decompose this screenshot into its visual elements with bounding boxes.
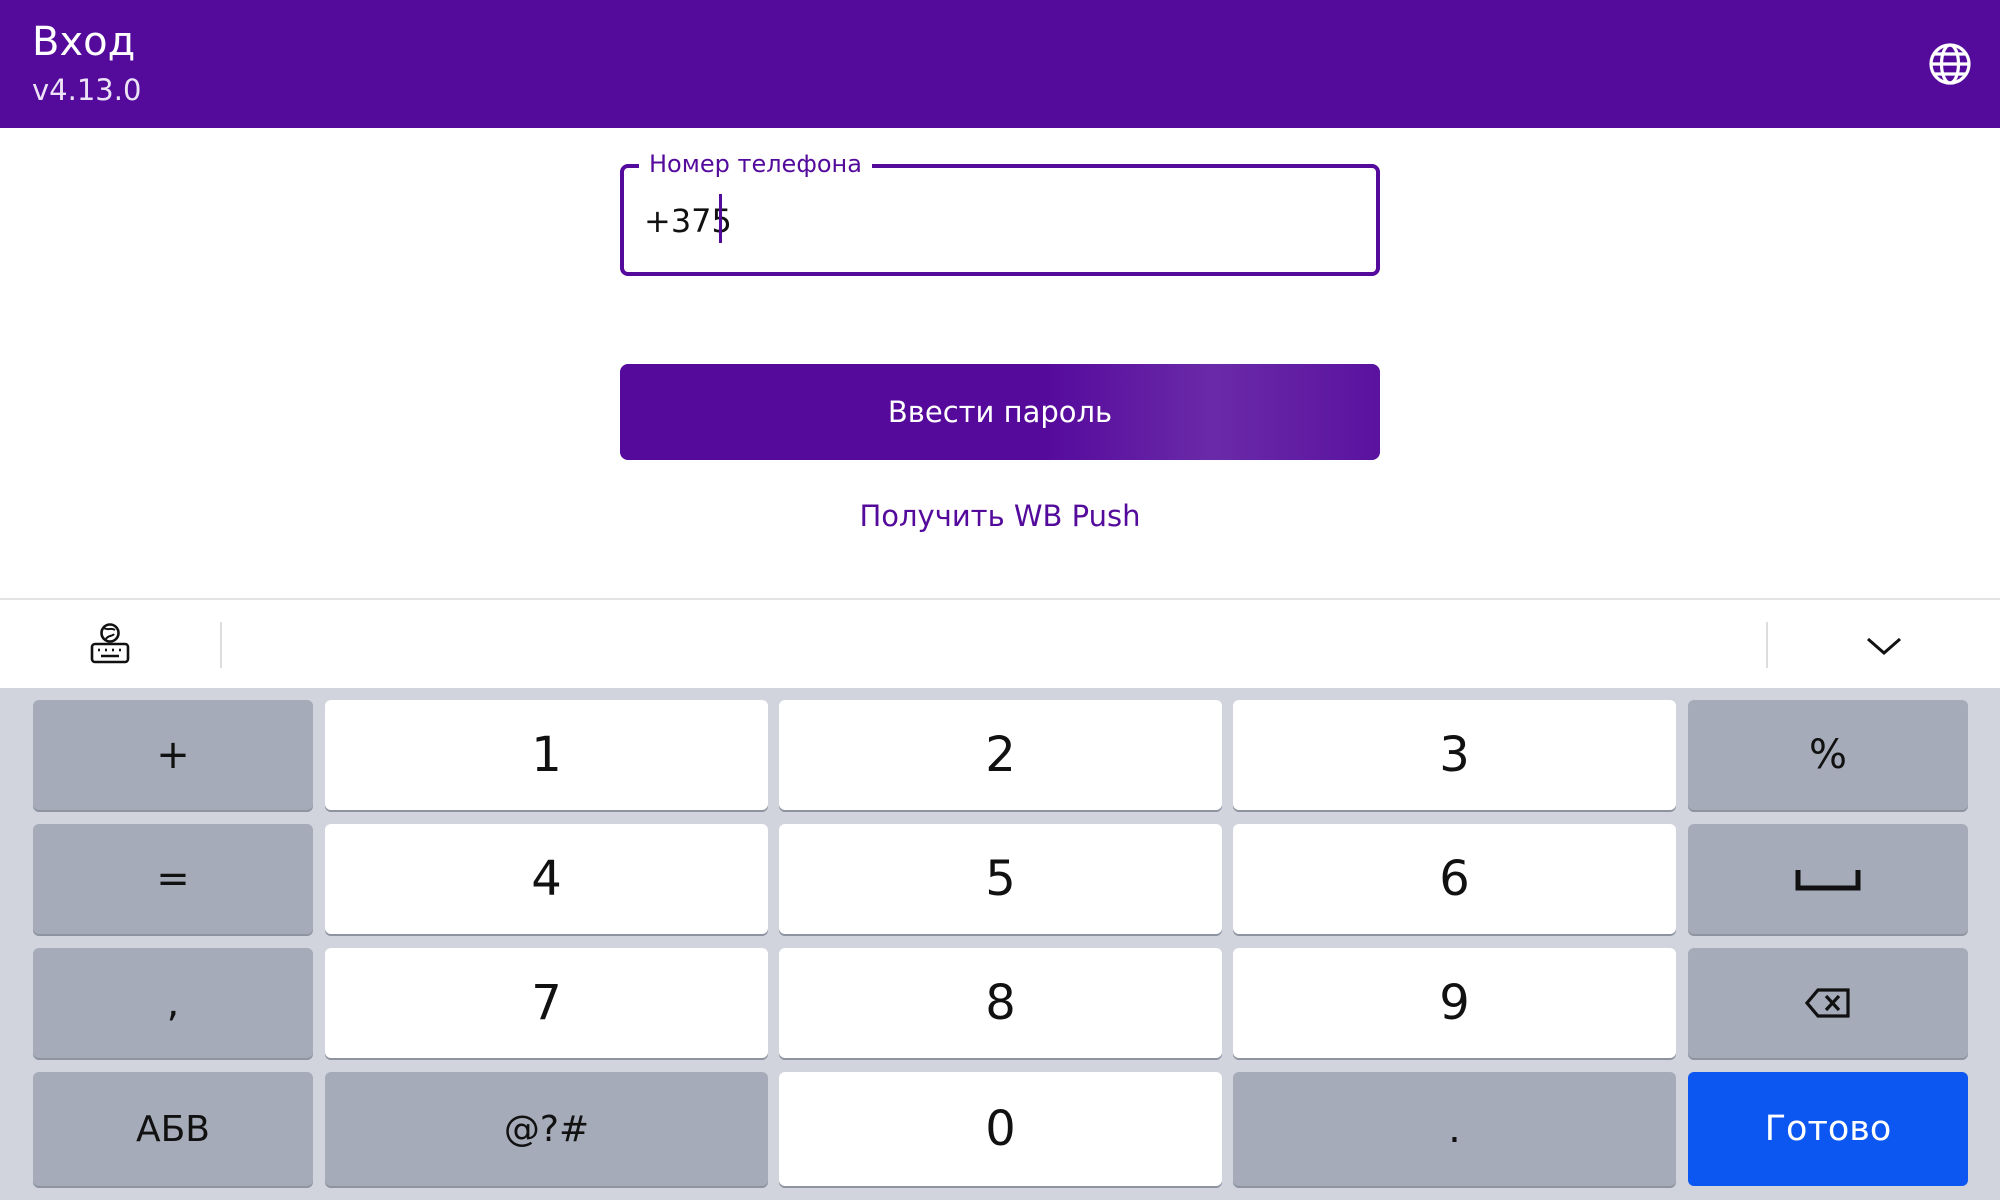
key-plus[interactable]: + <box>33 700 313 810</box>
keyboard-globe-icon <box>90 623 130 664</box>
numeric-keyboard: + 1 2 3 % = 4 5 6 , 7 8 9 АБВ @?# 0 . Го… <box>0 688 2000 1200</box>
chevron-down-icon <box>1867 637 1901 655</box>
key-symbols[interactable]: @?# <box>325 1072 768 1186</box>
key-2[interactable]: 2 <box>779 700 1222 810</box>
key-7[interactable]: 7 <box>325 948 768 1058</box>
key-period[interactable]: . <box>1233 1072 1676 1186</box>
key-space[interactable] <box>1688 824 1968 934</box>
key-8[interactable]: 8 <box>779 948 1222 1058</box>
toolbar-separator <box>220 622 222 668</box>
app-bar: Вход v4.13.0 <box>0 0 2000 128</box>
app-version: v4.13.0 <box>32 73 142 107</box>
get-wb-push-link[interactable]: Получить WB Push <box>820 494 1180 538</box>
keyboard-toolbar <box>0 598 2000 688</box>
enter-password-button[interactable]: Ввести пароль <box>620 364 1380 460</box>
backspace-icon <box>1804 988 1850 1018</box>
key-done[interactable]: Готово <box>1688 1072 1968 1186</box>
key-6[interactable]: 6 <box>1233 824 1676 934</box>
key-4[interactable]: 4 <box>325 824 768 934</box>
hide-keyboard-button[interactable] <box>1864 626 1904 666</box>
key-0[interactable]: 0 <box>779 1072 1222 1186</box>
key-cyrillic-layout[interactable]: АБВ <box>33 1072 313 1186</box>
space-bar-icon <box>1795 870 1861 891</box>
text-cursor <box>719 194 722 243</box>
key-comma[interactable]: , <box>33 948 313 1058</box>
key-9[interactable]: 9 <box>1233 948 1676 1058</box>
key-3[interactable]: 3 <box>1233 700 1676 810</box>
key-1[interactable]: 1 <box>325 700 768 810</box>
toolbar-separator <box>1766 622 1768 668</box>
key-equals[interactable]: = <box>33 824 313 934</box>
key-5[interactable]: 5 <box>779 824 1222 934</box>
keyboard-language-switch-button[interactable] <box>88 622 132 666</box>
enter-password-label: Ввести пароль <box>887 395 1113 429</box>
phone-input-label: Номер телефона <box>639 144 872 184</box>
key-backspace[interactable] <box>1688 948 1968 1058</box>
globe-icon <box>1929 43 1971 85</box>
phone-input[interactable]: Номер телефона +375 <box>620 144 1380 276</box>
language-button[interactable] <box>1926 40 1974 88</box>
key-percent[interactable]: % <box>1688 700 1968 810</box>
page-title: Вход <box>32 19 136 65</box>
